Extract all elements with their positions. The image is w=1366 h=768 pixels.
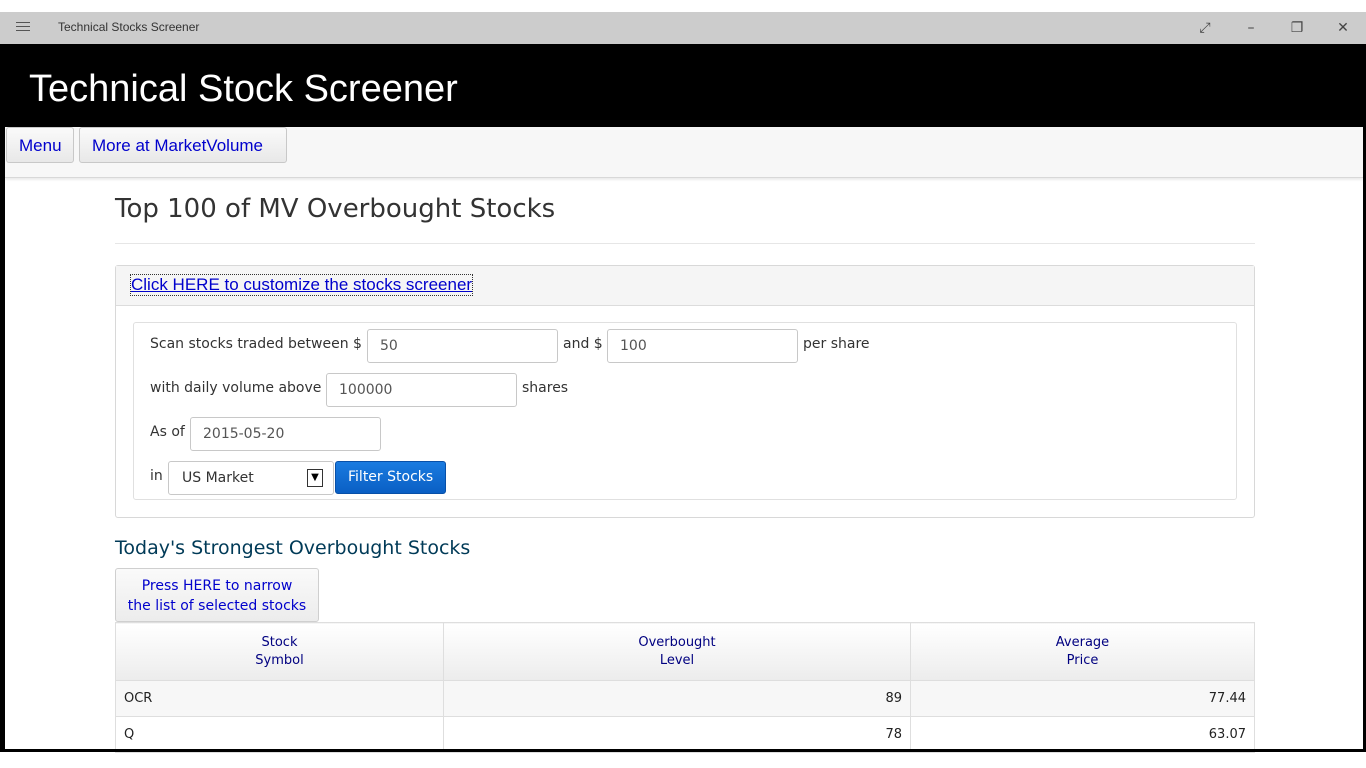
more-at-marketvolume-button[interactable]: More at MarketVolume (79, 127, 287, 163)
column-header-line: Symbol (255, 652, 304, 668)
top-strip (0, 0, 1366, 12)
column-header-line: Overbought (638, 634, 716, 650)
app-title: Technical Stock Screener (29, 68, 458, 110)
market-select-value: US Market (182, 470, 254, 486)
volume-label: with daily volume above (150, 380, 322, 396)
filter-form: Scan stocks traded between $ and $ per s… (133, 322, 1237, 500)
price-range-label: Scan stocks traded between $ (150, 336, 362, 352)
results-table: Stock Symbol Overbought Level Average Pr… (115, 622, 1255, 753)
divider (115, 243, 1255, 244)
frame-bottom (0, 749, 1366, 752)
navbar: Menu More at MarketVolume (5, 127, 1363, 178)
in-label: in (150, 468, 163, 484)
column-header-line: Average (1055, 634, 1110, 650)
frame-left (0, 127, 5, 751)
column-header-level[interactable]: Overbought Level (443, 622, 911, 681)
per-share-label: per share (803, 336, 870, 352)
max-price-input[interactable] (607, 329, 798, 363)
volume-input[interactable] (326, 373, 517, 407)
app-banner: Technical Stock Screener (0, 44, 1366, 127)
expand-icon[interactable]: ⤢ (1190, 16, 1220, 40)
table-row[interactable]: Q 78 63.07 (115, 716, 1255, 753)
shares-label: shares (522, 380, 569, 396)
narrow-list-line2: the list of selected stocks (127, 598, 307, 614)
column-header-line: Stock (261, 634, 298, 650)
market-select[interactable]: US Market ▼ (168, 461, 334, 495)
table-header-row: Stock Symbol Overbought Level Average Pr… (115, 622, 1255, 681)
page-title: Top 100 of MV Overbought Stocks (115, 194, 556, 224)
cell-level: 78 (443, 716, 911, 753)
column-header-line: Price (1066, 652, 1099, 668)
chevron-down-icon: ▼ (307, 469, 323, 487)
menu-button[interactable]: Menu (6, 127, 74, 163)
close-icon[interactable]: ✕ (1328, 16, 1358, 40)
filter-stocks-button[interactable]: Filter Stocks (335, 461, 447, 494)
min-price-input[interactable] (367, 329, 558, 363)
table-row[interactable]: OCR 89 77.44 (115, 680, 1255, 717)
column-header-line: Level (659, 652, 695, 668)
and-label: and $ (563, 336, 603, 352)
narrow-list-button[interactable]: Press HERE to narrow the list of selecte… (115, 568, 319, 622)
customize-panel: Click HERE to customize the stocks scree… (115, 265, 1255, 518)
window-title: Technical Stocks Screener (58, 20, 200, 34)
restore-icon[interactable]: ❐ (1282, 16, 1312, 40)
customize-link[interactable]: Click HERE to customize the stocks scree… (129, 274, 474, 296)
as-of-label: As of (150, 424, 185, 440)
column-header-symbol[interactable]: Stock Symbol (115, 622, 444, 681)
hamburger-icon[interactable] (16, 19, 30, 33)
window-titlebar: Technical Stocks Screener ⤢ – ❐ ✕ (0, 12, 1366, 44)
cell-symbol: OCR (115, 680, 444, 717)
column-header-price[interactable]: Average Price (910, 622, 1255, 681)
results-heading: Today's Strongest Overbought Stocks (115, 537, 471, 559)
cell-price: 77.44 (910, 680, 1255, 717)
date-input[interactable] (190, 417, 381, 451)
cell-price: 63.07 (910, 716, 1255, 753)
customize-panel-header: Click HERE to customize the stocks scree… (116, 266, 1254, 306)
cell-level: 89 (443, 680, 911, 717)
narrow-list-line1: Press HERE to narrow (141, 578, 293, 594)
cell-symbol: Q (115, 716, 444, 753)
minimize-icon[interactable]: – (1236, 16, 1266, 40)
